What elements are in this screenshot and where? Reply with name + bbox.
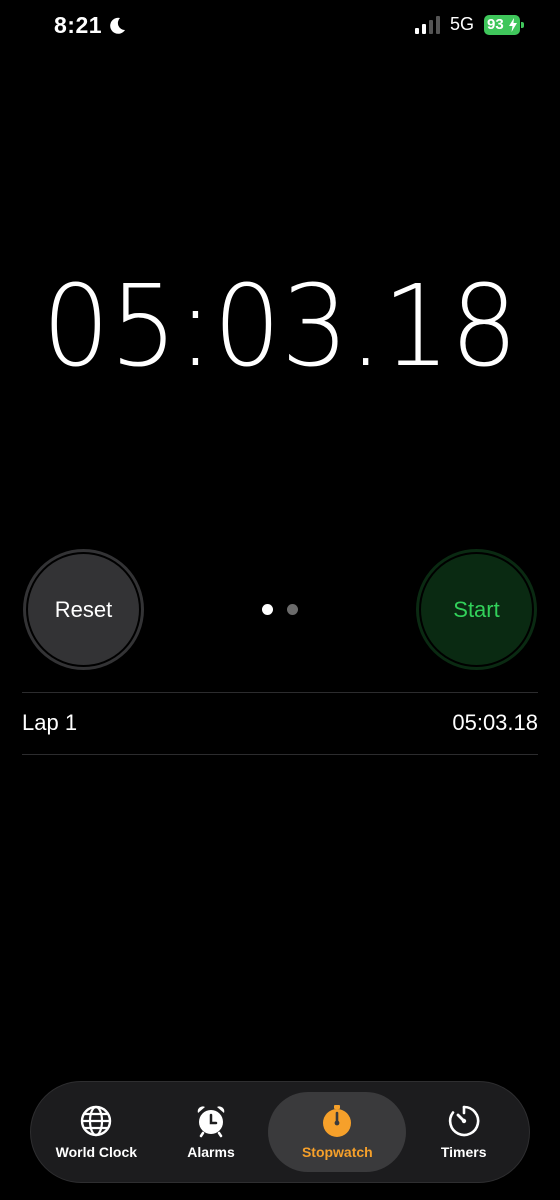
tab-timers-label: Timers [440,1144,487,1160]
battery-level: 93 [487,16,504,33]
start-button-label: Start [453,596,500,622]
battery-icon: 93 [484,14,524,35]
charging-bolt-icon [509,17,517,32]
status-bar-right: 5G 93 [414,14,524,35]
start-button[interactable]: Start [416,549,537,670]
tab-world-clock-label: World Clock [55,1144,138,1160]
globe-icon [81,1105,112,1137]
tab-alarms[interactable]: Alarms [154,1092,269,1172]
timer-icon [448,1105,480,1137]
tab-alarms-label: Alarms [187,1144,235,1160]
lap-label: Lap 1 [22,710,78,735]
reset-button-label: Reset [54,596,113,622]
status-bar-time: 8:21 [54,12,127,39]
alarm-clock-icon [197,1106,225,1138]
network-type: 5G [449,14,474,34]
lap-row: Lap 1 05:03.18 [22,693,538,753]
stopwatch-icon [323,1105,352,1137]
tab-stopwatch-label: Stopwatch [301,1144,373,1160]
tab-timers[interactable]: Timers [406,1092,521,1172]
page-dot-2[interactable] [287,604,298,615]
cellular-signal-icon [414,15,440,34]
tab-world-clock[interactable]: World Clock [39,1092,154,1172]
reset-button[interactable]: Reset [23,549,144,670]
status-time-text: 8:21 [54,12,103,38]
tab-bar: World Clock Alarms Stopwatch Timers [30,1081,530,1183]
lap-time: 05:03.18 [452,710,538,735]
page-dot-1[interactable] [262,604,273,615]
lap-list-bottom-divider [22,754,538,755]
elapsed-time-display: 05:03.18 [42,262,518,392]
focus-moon-icon [110,17,126,34]
stopwatch-screen: 8:21 5G 93 05:03.18 Reset Start Lap 1 05… [0,0,560,1200]
page-indicator[interactable] [262,604,298,615]
tab-stopwatch[interactable]: Stopwatch [268,1092,407,1172]
